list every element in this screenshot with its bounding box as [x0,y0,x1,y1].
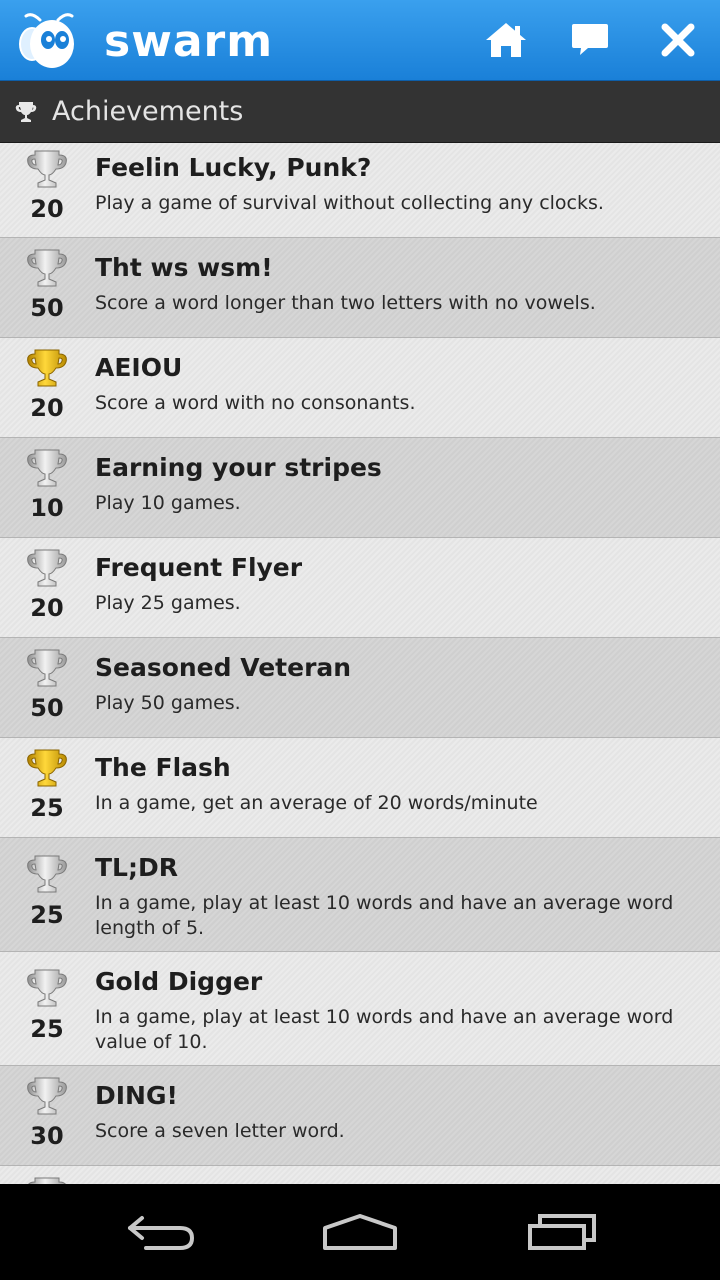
home-nav-button[interactable] [318,1206,402,1258]
trophy-silver-icon [25,248,69,288]
achievement-row[interactable]: 50 Tht ws wsm! Score a word longer than … [0,238,720,338]
achievement-row[interactable]: 25 TL;DR In a game, play at least 10 wor… [0,838,720,952]
bee-mascot-icon [19,13,74,68]
achievement-description: Play a game of survival without collecti… [95,192,604,214]
system-nav-bar [0,1184,720,1280]
achievement-row[interactable]: 30 DING! Score a seven letter word. [0,1066,720,1166]
section-header: Achievements [0,81,720,143]
achievement-title: Earning your stripes [95,453,382,482]
home-button[interactable] [480,14,532,66]
achievement-title: Frequent Flyer [95,553,303,582]
achievement-title: DING! [95,1081,178,1110]
achievement-title: Tht ws wsm! [95,253,273,282]
back-arrow-icon [128,1216,195,1250]
trophy-gold-icon [25,748,69,788]
close-button[interactable] [652,14,704,66]
achievement-description: In a game, play at least 10 words and ha… [95,892,674,939]
trophy-silver-icon [25,1176,69,1184]
achievement-points: 30 [30,1122,64,1150]
achievement-row[interactable]: 25 The Flash In a game, get an average o… [0,738,720,838]
achievement-points: 20 [30,195,64,223]
achievement-row[interactable]: 50 Seasoned Veteran Play 50 games. [0,638,720,738]
close-icon [661,23,695,57]
trophy-silver-icon [25,968,69,1008]
recent-apps-icon [528,1214,596,1250]
trophy-silver-icon [25,854,69,894]
achievement-row-partial[interactable] [0,1166,720,1184]
trophy-icon [15,102,37,122]
recent-apps-button[interactable] [522,1206,602,1258]
achievement-points: 25 [30,1015,64,1043]
trophy-silver-icon [25,648,69,688]
achievement-points: 25 [30,794,64,822]
achievement-title: TL;DR [95,853,178,882]
trophy-gold-icon [25,348,69,388]
achievement-row[interactable]: 20 Frequent Flyer Play 25 games. [0,538,720,638]
chat-button[interactable] [564,14,616,66]
home-outline-icon [323,1214,397,1250]
trophy-silver-icon [25,1076,69,1116]
achievement-title: The Flash [95,753,231,782]
achievement-title: Gold Digger [95,967,263,996]
home-icon [486,23,526,57]
swarm-logo: swarm [18,10,276,72]
section-title: Achievements [52,96,244,127]
chat-bubble-icon [572,24,608,55]
back-button[interactable] [120,1206,200,1258]
achievement-description: In a game, play at least 10 words and ha… [95,1006,674,1053]
achievement-description: In a game, get an average of 20 words/mi… [95,792,538,814]
achievements-list[interactable]: 20 Feelin Lucky, Punk? Play a game of su… [0,143,720,1184]
achievement-row[interactable]: 20 AEIOU Score a word with no consonants… [0,338,720,438]
achievement-description: Play 25 games. [95,592,241,614]
achievement-points: 50 [30,694,64,722]
app-name: swarm [104,16,274,67]
achievement-row[interactable]: 20 Feelin Lucky, Punk? Play a game of su… [0,143,720,238]
achievement-points: 10 [30,494,64,522]
achievement-points: 20 [30,394,64,422]
trophy-silver-icon [25,448,69,488]
achievement-title: AEIOU [95,353,183,382]
achievement-title: Feelin Lucky, Punk? [95,153,372,182]
achievement-title: Seasoned Veteran [95,653,352,682]
achievement-row[interactable]: 10 Earning your stripes Play 10 games. [0,438,720,538]
achievement-row[interactable]: 25 Gold Digger In a game, play at least … [0,952,720,1066]
achievement-description: Score a word with no consonants. [95,392,416,414]
achievement-points: 50 [30,294,64,322]
achievement-points: 25 [30,901,64,929]
achievement-description: Score a word longer than two letters wit… [95,292,596,314]
app-header: swarm [0,0,720,81]
achievement-description: Play 10 games. [95,492,241,514]
achievement-points: 20 [30,594,64,622]
achievement-description: Play 50 games. [95,692,241,714]
trophy-silver-icon [25,149,69,189]
achievement-description: Score a seven letter word. [95,1120,345,1142]
trophy-silver-icon [25,548,69,588]
